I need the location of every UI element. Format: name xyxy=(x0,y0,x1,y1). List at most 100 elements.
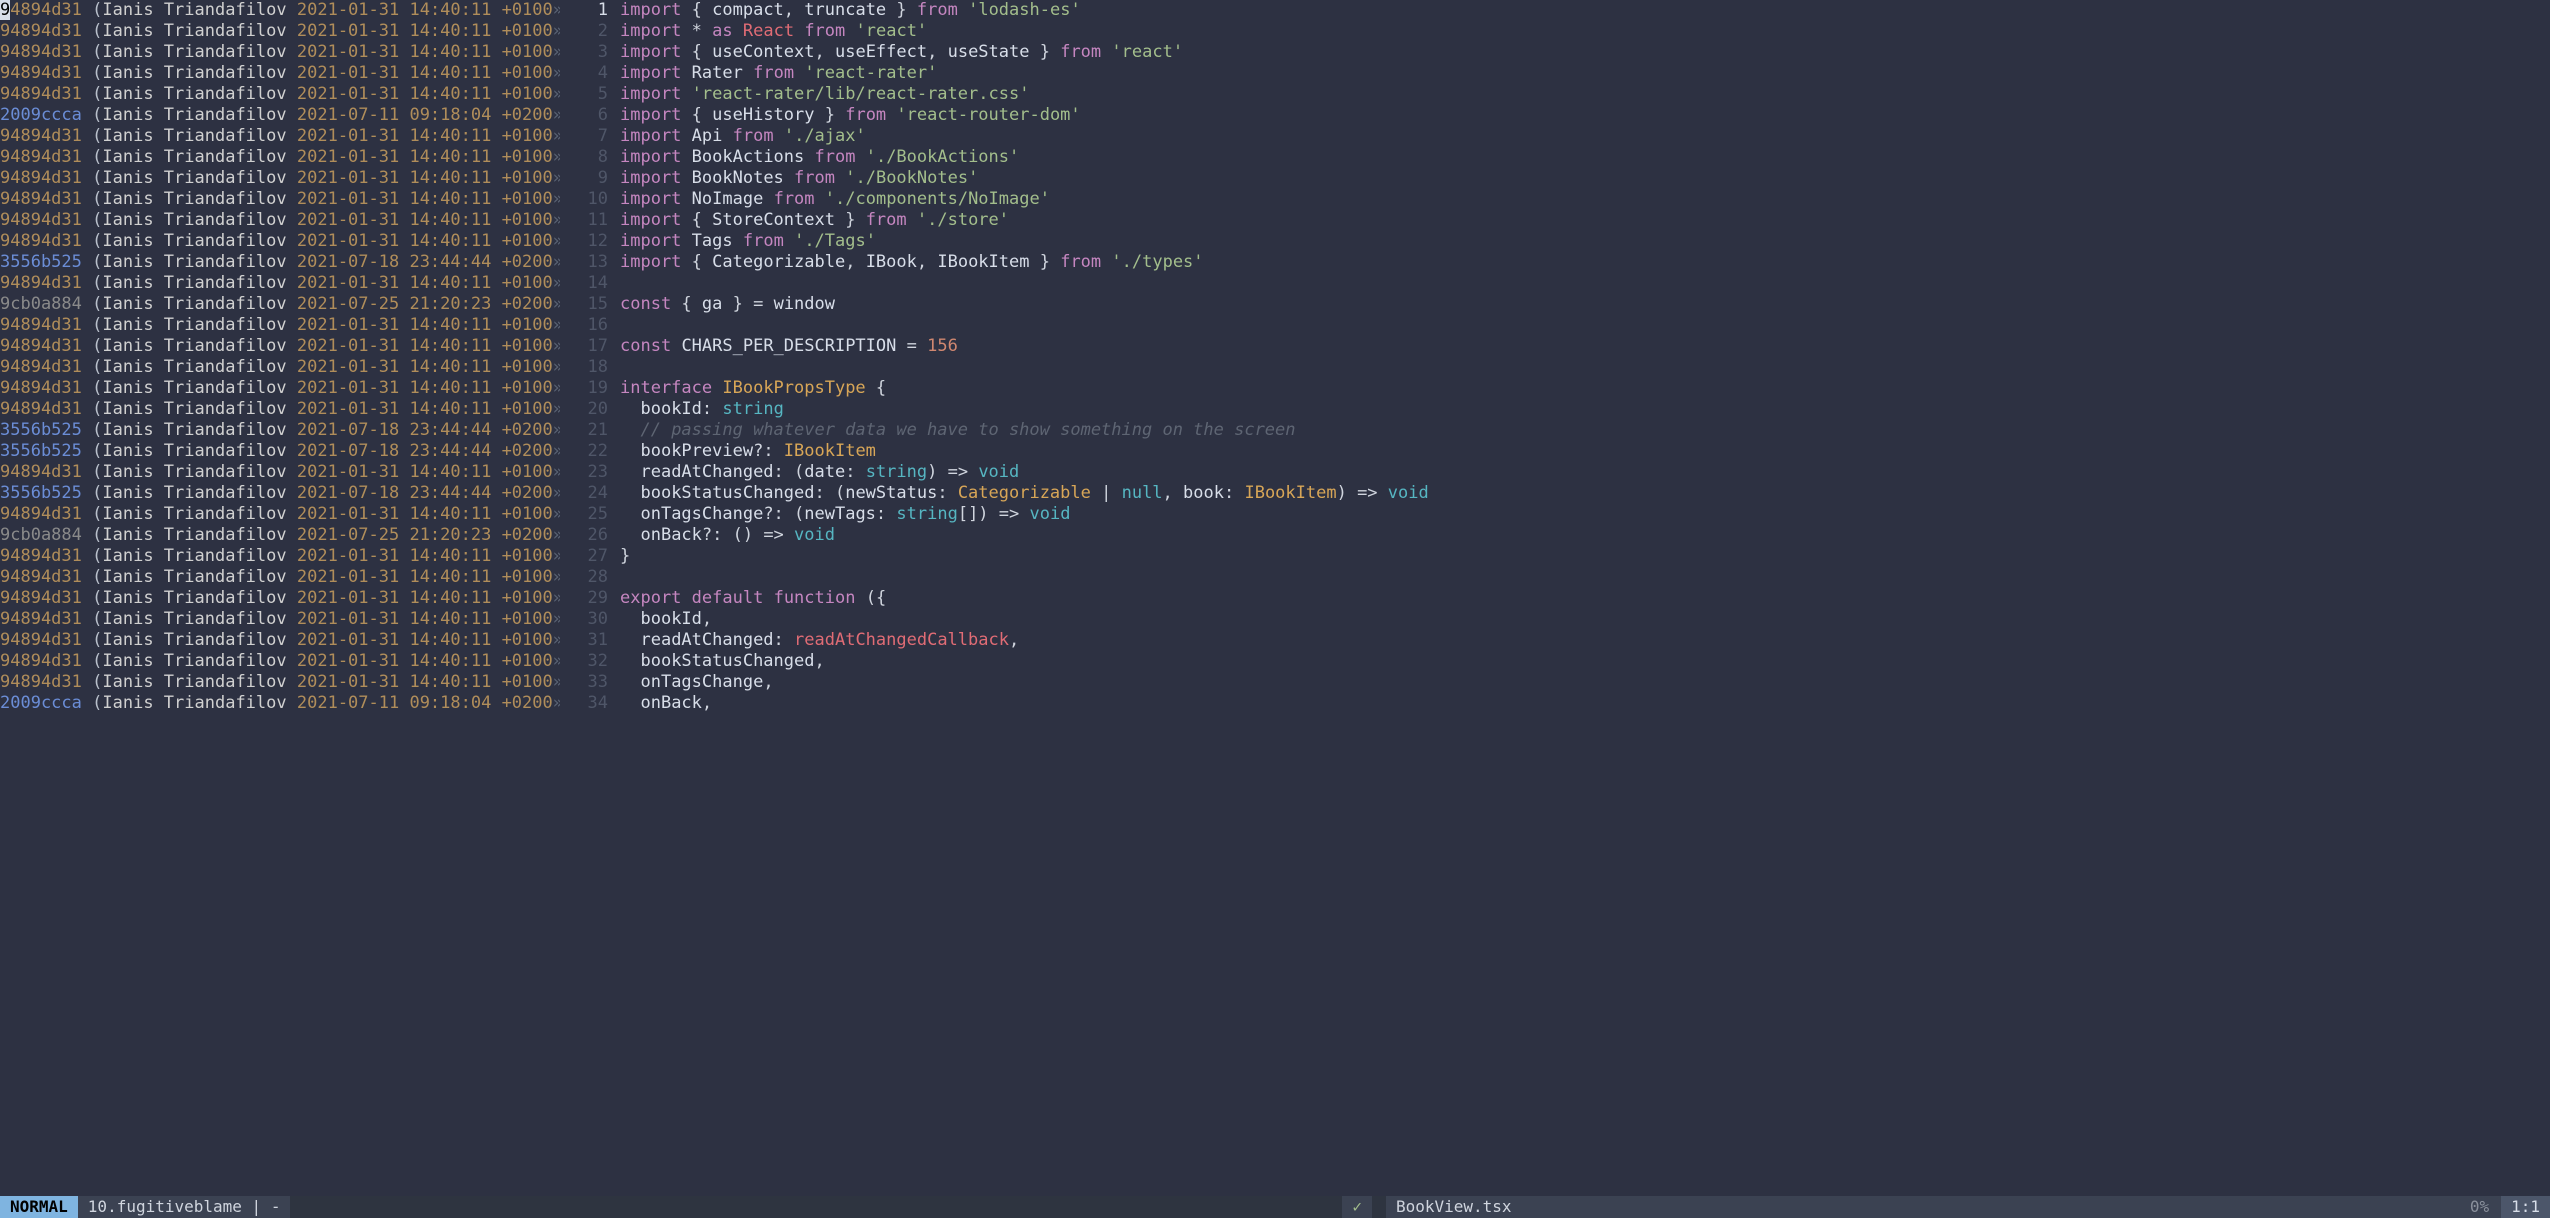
line-number: 10 xyxy=(560,189,608,210)
blame-row[interactable]: 94894d31 (Ianis Triandafilov 2021-01-31 … xyxy=(0,399,560,420)
line-number: 20 xyxy=(560,399,608,420)
code-line[interactable]: readAtChanged: readAtChangedCallback, xyxy=(620,630,2550,651)
line-number: 19 xyxy=(560,378,608,399)
code-line[interactable]: readAtChanged: (date: string) => void xyxy=(620,462,2550,483)
blame-row[interactable]: 94894d31 (Ianis Triandafilov 2021-01-31 … xyxy=(0,84,560,105)
blame-row[interactable]: 3556b525 (Ianis Triandafilov 2021-07-18 … xyxy=(0,420,560,441)
code-line[interactable]: onTagsChange, xyxy=(620,672,2550,693)
code-line[interactable]: import * as React from 'react' xyxy=(620,21,2550,42)
blame-row[interactable]: 94894d31 (Ianis Triandafilov 2021-01-31 … xyxy=(0,630,560,651)
code-line[interactable]: import NoImage from './components/NoImag… xyxy=(620,189,2550,210)
code-line[interactable]: import { useHistory } from 'react-router… xyxy=(620,105,2550,126)
code-line[interactable] xyxy=(620,315,2550,336)
blame-row[interactable]: 9cb0a884 (Ianis Triandafilov 2021-07-25 … xyxy=(0,525,560,546)
code-line[interactable]: onTagsChange?: (newTags: string[]) => vo… xyxy=(620,504,2550,525)
blame-row[interactable]: 94894d31 (Ianis Triandafilov 2021-01-31 … xyxy=(0,609,560,630)
line-number: 9 xyxy=(560,168,608,189)
blame-row[interactable]: 94894d31 (Ianis Triandafilov 2021-01-31 … xyxy=(0,336,560,357)
blame-row[interactable]: 94894d31 (Ianis Triandafilov 2021-01-31 … xyxy=(0,315,560,336)
line-number: 14 xyxy=(560,273,608,294)
code-pane[interactable]: 1234567891011121314151617181920212223242… xyxy=(560,0,2550,1196)
code-line[interactable]: // passing whatever data we have to show… xyxy=(620,420,2550,441)
blame-row[interactable]: 94894d31 (Ianis Triandafilov 2021-01-31 … xyxy=(0,147,560,168)
line-number: 30 xyxy=(560,609,608,630)
line-number: 32 xyxy=(560,651,608,672)
pane-divider xyxy=(1372,1196,1386,1218)
blame-row[interactable]: 3556b525 (Ianis Triandafilov 2021-07-18 … xyxy=(0,252,560,273)
line-number: 33 xyxy=(560,672,608,693)
code-line[interactable]: import { StoreContext } from './store' xyxy=(620,210,2550,231)
code-line[interactable]: const CHARS_PER_DESCRIPTION = 156 xyxy=(620,336,2550,357)
code-line[interactable]: import Api from './ajax' xyxy=(620,126,2550,147)
blame-row[interactable]: 94894d31 (Ianis Triandafilov 2021-01-31 … xyxy=(0,378,560,399)
line-number: 3 xyxy=(560,42,608,63)
line-number: 4 xyxy=(560,63,608,84)
status-line: NORMAL 10.fugitiveblame | - ✓ BookView.t… xyxy=(0,1196,2550,1218)
code-line[interactable]: onBack, xyxy=(620,693,2550,714)
code-line[interactable]: interface IBookPropsType { xyxy=(620,378,2550,399)
code-line[interactable]: bookPreview?: IBookItem xyxy=(620,441,2550,462)
code-line[interactable]: import Tags from './Tags' xyxy=(620,231,2550,252)
line-number: 22 xyxy=(560,441,608,462)
blame-row[interactable]: 94894d31 (Ianis Triandafilov 2021-01-31 … xyxy=(0,546,560,567)
blame-row[interactable]: 94894d31 (Ianis Triandafilov 2021-01-31 … xyxy=(0,210,560,231)
code-line[interactable]: import BookActions from './BookActions' xyxy=(620,147,2550,168)
code-line[interactable]: bookStatusChanged, xyxy=(620,651,2550,672)
blame-row[interactable]: 94894d31 (Ianis Triandafilov 2021-01-31 … xyxy=(0,273,560,294)
line-number: 34 xyxy=(560,693,608,714)
right-filename: BookView.tsx xyxy=(1386,1196,2458,1218)
line-number: 18 xyxy=(560,357,608,378)
line-number: 29 xyxy=(560,588,608,609)
blame-gutter[interactable]: 94894d31 (Ianis Triandafilov 2021-01-31 … xyxy=(0,0,560,1196)
code-line[interactable]: bookId: string xyxy=(620,399,2550,420)
blame-row[interactable]: 94894d31 (Ianis Triandafilov 2021-01-31 … xyxy=(0,672,560,693)
line-number: 17 xyxy=(560,336,608,357)
line-number: 13 xyxy=(560,252,608,273)
blame-row[interactable]: 3556b525 (Ianis Triandafilov 2021-07-18 … xyxy=(0,483,560,504)
blame-row[interactable]: 94894d31 (Ianis Triandafilov 2021-01-31 … xyxy=(0,588,560,609)
blame-row[interactable]: 94894d31 (Ianis Triandafilov 2021-01-31 … xyxy=(0,189,560,210)
blame-row[interactable]: 94894d31 (Ianis Triandafilov 2021-01-31 … xyxy=(0,462,560,483)
blame-row[interactable]: 94894d31 (Ianis Triandafilov 2021-01-31 … xyxy=(0,567,560,588)
code-line[interactable]: } xyxy=(620,546,2550,567)
code-line[interactable]: import Rater from 'react-rater' xyxy=(620,63,2550,84)
code-line[interactable]: import { Categorizable, IBook, IBookItem… xyxy=(620,252,2550,273)
blame-row[interactable]: 94894d31 (Ianis Triandafilov 2021-01-31 … xyxy=(0,651,560,672)
code-line[interactable] xyxy=(620,357,2550,378)
editor-viewport: 94894d31 (Ianis Triandafilov 2021-01-31 … xyxy=(0,0,2550,1196)
blame-row[interactable]: 94894d31 (Ianis Triandafilov 2021-01-31 … xyxy=(0,21,560,42)
code-line[interactable]: bookId, xyxy=(620,609,2550,630)
line-number: 2 xyxy=(560,21,608,42)
blame-row[interactable]: 94894d31 (Ianis Triandafilov 2021-01-31 … xyxy=(0,231,560,252)
line-number: 7 xyxy=(560,126,608,147)
line-number: 25 xyxy=(560,504,608,525)
blame-row[interactable]: 94894d31 (Ianis Triandafilov 2021-01-31 … xyxy=(0,42,560,63)
code-line[interactable]: const { ga } = window xyxy=(620,294,2550,315)
line-number: 15 xyxy=(560,294,608,315)
code-line[interactable]: import 'react-rater/lib/react-rater.css' xyxy=(620,84,2550,105)
blame-row[interactable]: 94894d31 (Ianis Triandafilov 2021-01-31 … xyxy=(0,504,560,525)
lint-status-icon: ✓ xyxy=(1342,1196,1372,1218)
blame-row[interactable]: 94894d31 (Ianis Triandafilov 2021-01-31 … xyxy=(0,63,560,84)
code-line[interactable]: import { compact, truncate } from 'lodas… xyxy=(620,0,2550,21)
blame-row[interactable]: 94894d31 (Ianis Triandafilov 2021-01-31 … xyxy=(0,357,560,378)
blame-row[interactable]: 2009ccca (Ianis Triandafilov 2021-07-11 … xyxy=(0,693,560,714)
code-line[interactable]: import BookNotes from './BookNotes' xyxy=(620,168,2550,189)
blame-row[interactable]: 9cb0a884 (Ianis Triandafilov 2021-07-25 … xyxy=(0,294,560,315)
blame-row[interactable]: 94894d31 (Ianis Triandafilov 2021-01-31 … xyxy=(0,0,560,21)
blame-row[interactable]: 2009ccca (Ianis Triandafilov 2021-07-11 … xyxy=(0,105,560,126)
code-line[interactable]: onBack?: () => void xyxy=(620,525,2550,546)
blame-row[interactable]: 94894d31 (Ianis Triandafilov 2021-01-31 … xyxy=(0,126,560,147)
code-line[interactable]: import { useContext, useEffect, useState… xyxy=(620,42,2550,63)
code-line[interactable] xyxy=(620,273,2550,294)
code-column[interactable]: import { compact, truncate } from 'lodas… xyxy=(620,0,2550,1196)
line-number: 27 xyxy=(560,546,608,567)
code-line[interactable] xyxy=(620,567,2550,588)
line-number: 31 xyxy=(560,630,608,651)
code-line[interactable]: bookStatusChanged: (newStatus: Categoriz… xyxy=(620,483,2550,504)
line-number: 8 xyxy=(560,147,608,168)
line-number: 11 xyxy=(560,210,608,231)
code-line[interactable]: export default function ({ xyxy=(620,588,2550,609)
blame-row[interactable]: 3556b525 (Ianis Triandafilov 2021-07-18 … xyxy=(0,441,560,462)
blame-row[interactable]: 94894d31 (Ianis Triandafilov 2021-01-31 … xyxy=(0,168,560,189)
